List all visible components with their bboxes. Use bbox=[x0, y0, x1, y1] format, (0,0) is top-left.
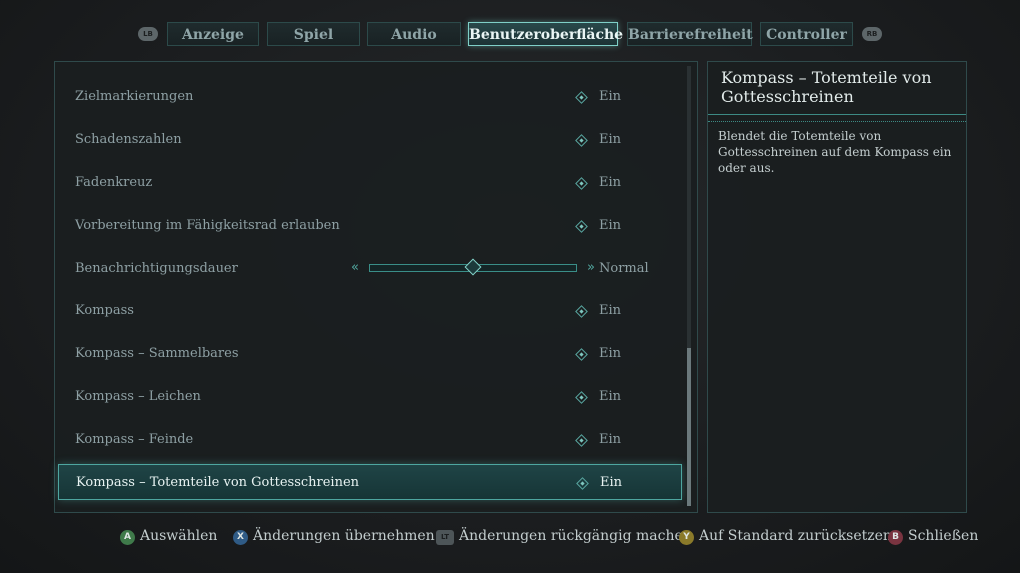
lb-bumper-icon[interactable]: LB bbox=[138, 27, 158, 41]
setting-label: Kompass bbox=[75, 303, 134, 318]
setting-value: Ein bbox=[599, 432, 622, 447]
description-title: Kompass – Totemteile von Gottesschreinen bbox=[721, 68, 932, 106]
toggle-diamond-icon bbox=[575, 91, 588, 104]
notification-duration-slider[interactable]: « » bbox=[351, 258, 595, 276]
setting-row-zielmarkierungen[interactable]: Zielmarkierungen Ein bbox=[58, 80, 682, 114]
setting-label: Kompass – Feinde bbox=[75, 432, 194, 447]
slider-left-arrow-icon[interactable]: « bbox=[351, 261, 359, 275]
toggle-diamond-icon bbox=[575, 348, 588, 361]
ornamental-divider bbox=[708, 114, 966, 122]
rb-bumper-icon[interactable]: RB bbox=[862, 27, 882, 41]
slider-right-arrow-icon[interactable]: » bbox=[587, 261, 595, 275]
hint-label: Auf Standard zurücksetzen bbox=[699, 528, 892, 544]
setting-row-kompass-sammelbares[interactable]: Kompass – Sammelbares Ein bbox=[58, 337, 682, 371]
setting-label: Zielmarkierungen bbox=[75, 89, 194, 104]
tab-benutzeroberflaeche[interactable]: Benutzeroberfläche bbox=[468, 22, 623, 46]
setting-row-kompass-feinde[interactable]: Kompass – Feinde Ein bbox=[58, 423, 682, 457]
setting-value: Ein bbox=[599, 303, 622, 318]
description-text: Blendet die Totemteile von Gottesschrein… bbox=[718, 129, 952, 175]
hint-label: Schließen bbox=[908, 528, 979, 544]
setting-row-kompass-totemteile[interactable]: Kompass – Totemteile von Gottesschreinen… bbox=[58, 464, 682, 500]
hint-label: Änderungen übernehmen bbox=[253, 528, 435, 544]
setting-value: Ein bbox=[599, 389, 622, 404]
list-scrollbar[interactable] bbox=[687, 66, 691, 506]
hint-close[interactable]: B Schließen bbox=[888, 528, 978, 546]
a-button-icon: A bbox=[120, 530, 135, 545]
tab-spiel[interactable]: Spiel bbox=[267, 22, 360, 46]
hint-label: Änderungen rückgängig machen bbox=[459, 528, 692, 544]
setting-row-kompass[interactable]: Kompass Ein bbox=[58, 294, 682, 328]
toggle-diamond-icon bbox=[575, 134, 588, 147]
settings-list: Zielmarkierungen Ein Schadenszahlen Ein … bbox=[54, 61, 698, 513]
setting-row-schadenszahlen[interactable]: Schadenszahlen Ein bbox=[58, 123, 682, 157]
toggle-diamond-icon bbox=[575, 434, 588, 447]
setting-label: Kompass – Sammelbares bbox=[75, 346, 239, 361]
toggle-diamond-icon bbox=[576, 477, 589, 490]
description-panel: Kompass – Totemteile von Gottesschreinen… bbox=[707, 61, 967, 513]
setting-value: Ein bbox=[599, 132, 622, 147]
hint-apply-changes[interactable]: X Änderungen übernehmen bbox=[233, 528, 435, 546]
b-button-icon: B bbox=[888, 530, 903, 545]
tab-controller[interactable]: Controller bbox=[760, 22, 853, 46]
setting-value: Ein bbox=[599, 218, 622, 233]
toggle-diamond-icon bbox=[575, 391, 588, 404]
lt-trigger-icon: LT bbox=[436, 530, 454, 545]
setting-label: Kompass – Totemteile von Gottesschreinen bbox=[76, 475, 360, 490]
setting-label: Kompass – Leichen bbox=[75, 389, 201, 404]
tab-audio[interactable]: Audio bbox=[367, 22, 461, 46]
x-button-icon: X bbox=[233, 530, 248, 545]
setting-value: Ein bbox=[599, 175, 622, 190]
y-button-icon: Y bbox=[679, 530, 694, 545]
setting-row-kompass-leichen[interactable]: Kompass – Leichen Ein bbox=[58, 380, 682, 414]
setting-label: Vorbereitung im Fähigkeitsrad erlauben bbox=[75, 218, 340, 233]
setting-label: Schadenszahlen bbox=[75, 132, 182, 147]
scrollbar-thumb[interactable] bbox=[687, 347, 691, 506]
setting-row-fadenkreuz[interactable]: Fadenkreuz Ein bbox=[58, 166, 682, 200]
toggle-diamond-icon bbox=[575, 305, 588, 318]
setting-label: Fadenkreuz bbox=[75, 175, 153, 190]
setting-row-benachrichtigungsdauer[interactable]: Benachrichtigungsdauer « » Normal bbox=[58, 252, 682, 286]
setting-value: Ein bbox=[599, 89, 622, 104]
setting-row-vorbereitung-faehigkeitsrad[interactable]: Vorbereitung im Fähigkeitsrad erlauben E… bbox=[58, 209, 682, 243]
setting-value: Ein bbox=[600, 475, 623, 490]
toggle-diamond-icon bbox=[575, 220, 588, 233]
toggle-diamond-icon bbox=[575, 177, 588, 190]
setting-label: Benachrichtigungsdauer bbox=[75, 261, 238, 276]
setting-value: Ein bbox=[599, 346, 622, 361]
tab-anzeige[interactable]: Anzeige bbox=[167, 22, 259, 46]
hint-undo-changes[interactable]: LT Änderungen rückgängig machen bbox=[436, 528, 692, 546]
hint-select[interactable]: A Auswählen bbox=[120, 528, 217, 546]
hint-reset-default[interactable]: Y Auf Standard zurücksetzen bbox=[679, 528, 892, 546]
tab-barrierefreiheit[interactable]: Barrierefreiheit bbox=[627, 22, 753, 46]
setting-value: Normal bbox=[599, 261, 649, 276]
slider-handle[interactable] bbox=[464, 258, 482, 276]
hint-label: Auswählen bbox=[140, 528, 218, 544]
